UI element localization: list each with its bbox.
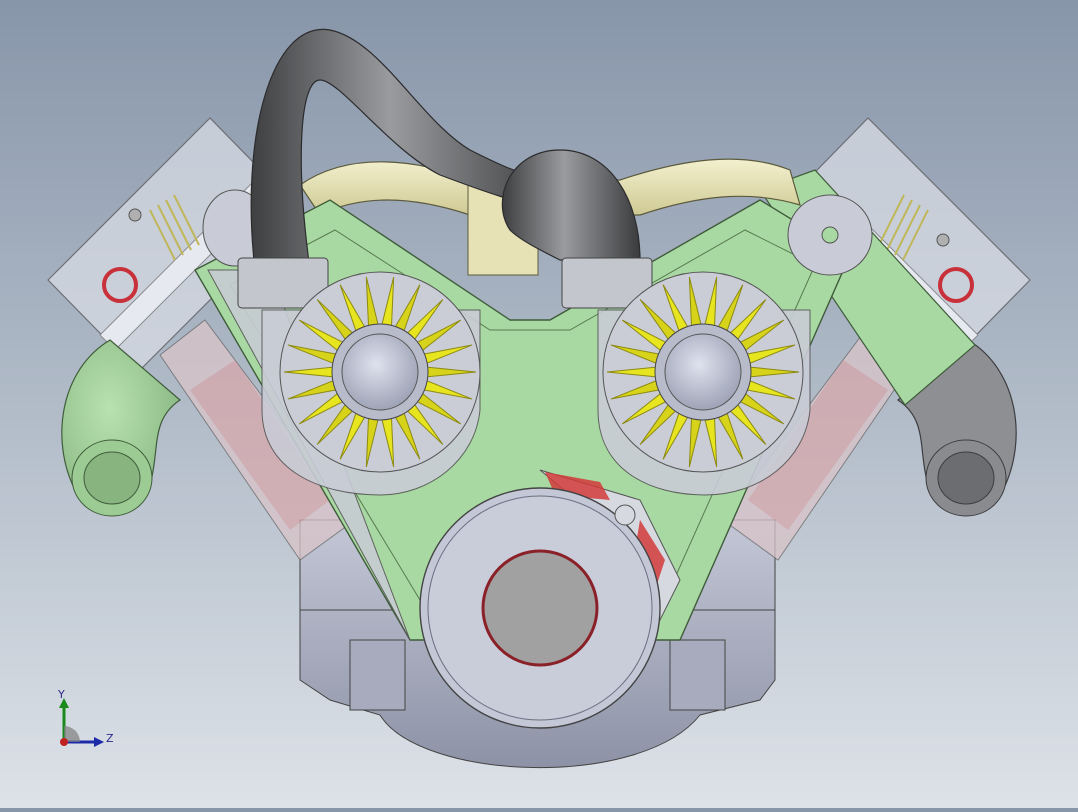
left-exhaust-elbow bbox=[61, 339, 181, 517]
gear-hub bbox=[664, 333, 742, 411]
engine-model bbox=[47, 28, 1031, 768]
z-axis-label: Z bbox=[106, 732, 114, 745]
gear-hub bbox=[341, 333, 419, 411]
graphics-viewport[interactable] bbox=[0, 0, 1078, 808]
coordinate-triad: Y Z bbox=[50, 686, 120, 756]
left-cam-gear bbox=[279, 271, 481, 473]
origin-dot bbox=[60, 738, 68, 746]
right-cam-gear bbox=[602, 271, 804, 473]
exhaust-pipe bbox=[237, 28, 653, 309]
y-axis-label: Y bbox=[57, 688, 65, 701]
right-boss bbox=[787, 194, 873, 276]
